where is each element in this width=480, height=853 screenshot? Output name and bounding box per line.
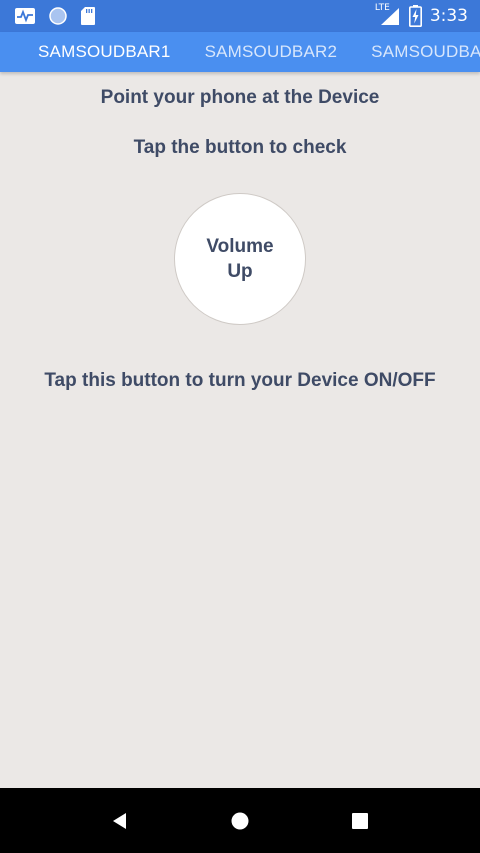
tab-samsoudbar3[interactable]: SAMSOUDBAR3 — [354, 42, 480, 62]
tab-bar: SAMSOUDBAR1 SAMSOUDBAR2 SAMSOUDBAR3 — [0, 32, 480, 72]
activity-icon — [14, 6, 36, 26]
status-right: LTE 3:33 — [375, 3, 468, 27]
status-time: 3:33 — [429, 6, 468, 26]
tab-samsoudbar2[interactable]: SAMSOUDBAR2 — [188, 42, 355, 62]
signal-icon: LTE — [375, 3, 401, 26]
instruction-power-toggle: Tap this button to turn your Device ON/O… — [44, 370, 436, 391]
sd-card-icon — [80, 6, 96, 26]
battery-charging-icon — [408, 5, 422, 27]
back-icon[interactable] — [104, 808, 134, 834]
home-icon[interactable] — [225, 806, 255, 836]
circle-icon — [48, 6, 68, 26]
volume-up-label: Volume Up — [206, 236, 274, 282]
instruction-tap-check: Tap the button to check — [133, 137, 347, 158]
main-content: Point your phone at the Device Tap the b… — [0, 72, 480, 788]
recents-icon[interactable] — [345, 806, 375, 836]
network-type-label: LTE — [374, 3, 390, 13]
navigation-bar — [0, 788, 480, 853]
status-left — [14, 6, 96, 26]
instruction-point-phone: Point your phone at the Device — [100, 87, 380, 108]
status-bar: LTE 3:33 — [0, 0, 480, 32]
tab-samsoudbar1[interactable]: SAMSOUDBAR1 — [0, 42, 188, 62]
volume-up-button[interactable]: Volume Up — [174, 193, 306, 325]
